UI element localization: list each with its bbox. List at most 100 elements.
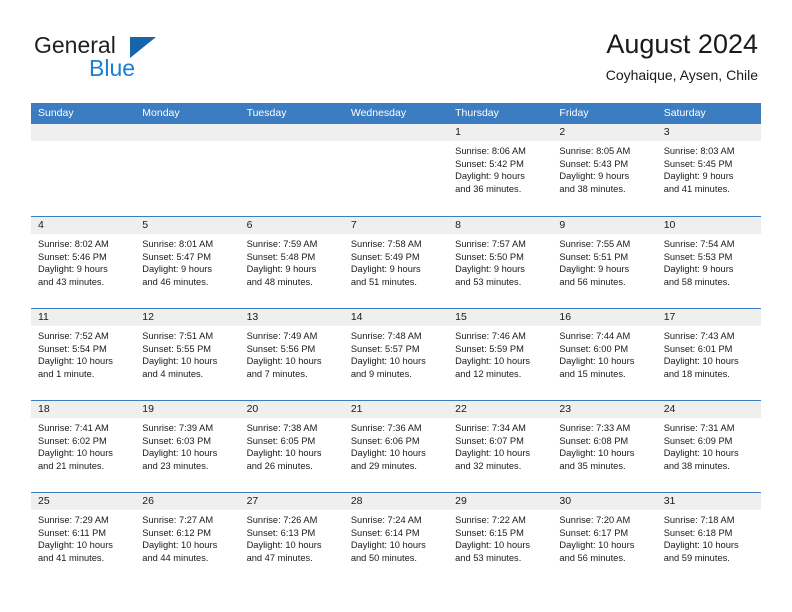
day-info-line: and 41 minutes. [663,183,730,194]
day-details: Sunrise: 7:27 AM Sunset: 6:12 PM Daylight:… [135,510,239,564]
day-info-line: and 56 minutes. [559,552,626,563]
calendar-week-row: 25 Sunrise: 7:29 AM Sunset: 6:11 PM Dayligh… [31,492,761,584]
weekday-header-friday: Friday [559,107,589,119]
day-details: Sunrise: 8:05 AM Sunset: 5:43 PM Daylight:… [552,141,656,195]
day-info-line: Sunrise: 8:03 AM [663,146,735,156]
day-cell-29[interactable]: 29 Sunrise: 7:22 AM Sunset: 6:15 PM Dayligh… [448,493,553,584]
day-cell-empty [135,124,240,216]
day-cell-20[interactable]: 20 Sunrise: 7:38 AM Sunset: 6:05 PM Dayligh… [239,401,344,492]
day-details: Sunrise: 7:57 AM Sunset: 5:50 PM Daylight:… [448,234,552,288]
day-number: 15 [448,309,553,326]
day-details [344,141,448,145]
day-info-line: Sunset: 6:18 PM [663,527,733,538]
day-info-line: Sunset: 5:42 PM [455,158,524,169]
day-details: Sunrise: 8:03 AM Sunset: 5:45 PM Daylight:… [657,141,761,195]
day-cell-16[interactable]: 16 Sunrise: 7:44 AM Sunset: 6:00 PM Dayligh… [552,309,657,400]
day-details: Sunrise: 7:24 AM Sunset: 6:14 PM Daylight:… [344,510,448,564]
day-cell-28[interactable]: 28 Sunrise: 7:24 AM Sunset: 6:14 PM Dayligh… [343,493,449,584]
day-cell-11[interactable]: 11 Sunrise: 7:52 AM Sunset: 5:54 PM Dayligh… [31,309,136,400]
day-number: 1 [448,124,553,141]
day-cell-30[interactable]: 30 Sunrise: 7:20 AM Sunset: 6:17 PM Dayligh… [552,493,657,584]
day-cell-17[interactable]: 17 Sunrise: 7:43 AM Sunset: 6:01 PM Dayligh… [656,309,761,400]
day-cell-27[interactable]: 27 Sunrise: 7:26 AM Sunset: 6:13 PM Dayligh… [239,493,344,584]
day-info-line: Sunset: 6:05 PM [246,435,316,446]
day-details: Sunrise: 7:55 AM Sunset: 5:51 PM Daylight:… [552,234,656,288]
day-info-line: Daylight: 10 hours [246,448,322,459]
day-info-line: Daylight: 10 hours [38,356,113,367]
day-cell-18[interactable]: 18 Sunrise: 7:41 AM Sunset: 6:02 PM Dayligh… [31,401,136,492]
day-number: 28 [343,493,449,510]
day-cell-15[interactable]: 15 Sunrise: 7:46 AM Sunset: 5:59 PM Dayligh… [448,309,553,400]
day-info-line: Sunset: 6:06 PM [350,435,420,446]
day-info-line: Sunrise: 7:59 AM [246,239,318,249]
day-cell-4[interactable]: 4 Sunrise: 8:02 AM Sunset: 5:46 PM Daylight… [31,217,136,308]
day-info-line: and 36 minutes. [455,183,522,194]
day-cell-22[interactable]: 22 Sunrise: 7:34 AM Sunset: 6:07 PM Dayligh… [448,401,553,492]
day-info-line: and 50 minutes. [350,552,417,563]
day-cell-23[interactable]: 23 Sunrise: 7:33 AM Sunset: 6:08 PM Dayligh… [552,401,657,492]
day-number: 31 [656,493,761,510]
day-info-line: Daylight: 10 hours [350,540,426,551]
day-number: 11 [31,309,136,326]
day-cell-19[interactable]: 19 Sunrise: 7:39 AM Sunset: 6:03 PM Dayligh… [135,401,240,492]
day-cell-21[interactable]: 21 Sunrise: 7:36 AM Sunset: 6:06 PM Dayligh… [343,401,449,492]
day-details: Sunrise: 7:48 AM Sunset: 5:57 PM Daylight:… [344,326,448,380]
day-info-line: and 29 minutes. [350,460,417,471]
day-info-line: Daylight: 10 hours [559,540,635,551]
day-info-line: Sunrise: 7:49 AM [246,331,318,341]
day-details: Sunrise: 7:49 AM Sunset: 5:56 PM Daylight:… [240,326,344,380]
day-cell-empty [239,124,344,216]
day-cell-13[interactable]: 13 Sunrise: 7:49 AM Sunset: 5:56 PM Dayligh… [239,309,344,400]
day-info-line: Daylight: 10 hours [38,540,113,551]
day-cell-5[interactable]: 5 Sunrise: 8:01 AM Sunset: 5:47 PM Daylight… [135,217,240,308]
day-details: Sunrise: 7:26 AM Sunset: 6:13 PM Daylight:… [240,510,344,564]
day-info-line: Sunrise: 8:05 AM [559,146,631,156]
weekday-header-thursday: Thursday [455,107,499,119]
page-header: General Blue August 2024 Coyhaique, Ayse… [0,0,792,100]
day-info-line: Daylight: 9 hours [246,264,317,275]
day-number [343,124,449,141]
day-cell-25[interactable]: 25 Sunrise: 7:29 AM Sunset: 6:11 PM Dayligh… [31,493,136,584]
day-info-line: Sunrise: 7:22 AM [455,515,526,525]
day-cell-9[interactable]: 9 Sunrise: 7:55 AM Sunset: 5:51 PM Daylight… [552,217,657,308]
day-details [135,141,239,145]
day-details: Sunrise: 7:22 AM Sunset: 6:15 PM Daylight:… [448,510,552,564]
day-info-line: Sunrise: 8:06 AM [455,146,526,156]
weekday-header-tuesday: Tuesday [246,107,287,119]
day-cell-6[interactable]: 6 Sunrise: 7:59 AM Sunset: 5:48 PM Daylight… [239,217,344,308]
day-cell-1[interactable]: 1 Sunrise: 8:06 AM Sunset: 5:42 PM Daylight… [448,124,553,216]
day-cell-3[interactable]: 3 Sunrise: 8:03 AM Sunset: 5:45 PM Daylight… [656,124,761,216]
day-info-line: and 43 minutes. [38,276,105,287]
weekday-header-monday: Monday [142,107,180,119]
weekday-header-sunday: Sunday [38,107,74,119]
day-cell-12[interactable]: 12 Sunrise: 7:51 AM Sunset: 5:55 PM Dayligh… [135,309,240,400]
day-number: 22 [448,401,553,418]
day-info-line: Daylight: 10 hours [455,540,531,551]
day-info-line: and 47 minutes. [246,552,313,563]
day-cell-10[interactable]: 10 Sunrise: 7:54 AM Sunset: 5:53 PM Dayligh… [656,217,761,308]
day-cell-7[interactable]: 7 Sunrise: 7:58 AM Sunset: 5:49 PM Daylight… [343,217,449,308]
weekday-header-saturday: Saturday [663,107,706,119]
day-info-line: Sunset: 6:09 PM [663,435,733,446]
day-number: 3 [656,124,761,141]
day-cell-31[interactable]: 31 Sunrise: 7:18 AM Sunset: 6:18 PM Dayligh… [656,493,761,584]
day-info-line: Sunrise: 7:26 AM [246,515,318,525]
day-number: 9 [552,217,657,234]
day-info-line: and 51 minutes. [350,276,417,287]
day-info-line: and 53 minutes. [455,276,522,287]
day-info-line: and 9 minutes. [350,368,412,379]
day-info-line: Sunrise: 7:51 AM [142,331,214,341]
day-cell-26[interactable]: 26 Sunrise: 7:27 AM Sunset: 6:12 PM Dayligh… [135,493,240,584]
day-info-line: Sunset: 5:56 PM [246,343,316,354]
day-number: 27 [239,493,344,510]
day-cell-14[interactable]: 14 Sunrise: 7:48 AM Sunset: 5:57 PM Dayligh… [343,309,449,400]
day-cell-24[interactable]: 24 Sunrise: 7:31 AM Sunset: 6:09 PM Dayligh… [656,401,761,492]
day-cell-8[interactable]: 8 Sunrise: 7:57 AM Sunset: 5:50 PM Daylight… [448,217,553,308]
day-info-line: Sunrise: 7:41 AM [38,423,109,433]
day-details: Sunrise: 7:29 AM Sunset: 6:11 PM Daylight:… [31,510,135,564]
day-cell-2[interactable]: 2 Sunrise: 8:05 AM Sunset: 5:43 PM Daylight… [552,124,657,216]
day-info-line: Daylight: 9 hours [455,264,525,275]
day-details: Sunrise: 7:33 AM Sunset: 6:08 PM Daylight:… [552,418,656,472]
brand-logo[interactable]: General Blue [34,34,244,86]
day-details: Sunrise: 7:46 AM Sunset: 5:59 PM Daylight:… [448,326,552,380]
